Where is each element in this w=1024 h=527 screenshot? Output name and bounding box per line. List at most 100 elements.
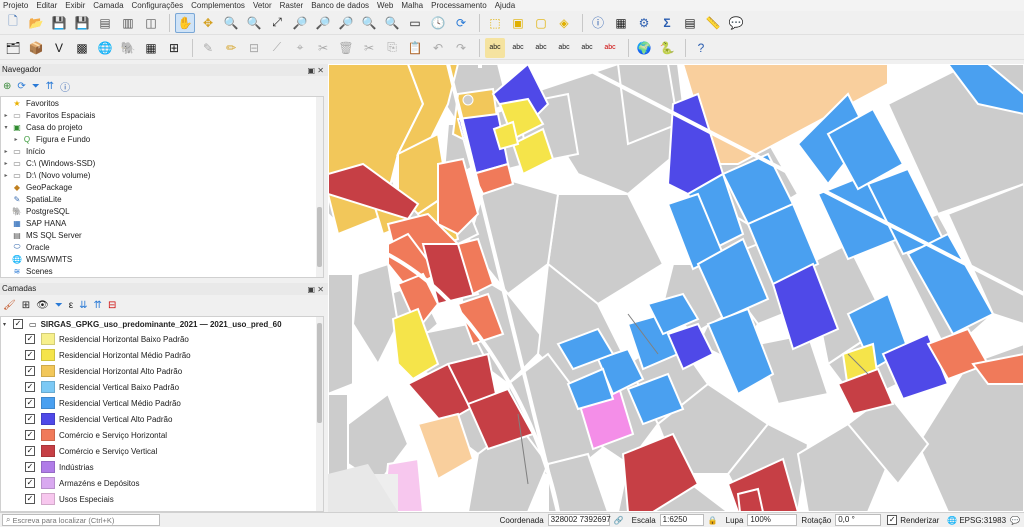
navigator-scrollbar[interactable] <box>316 97 323 277</box>
layer-style-icon[interactable]: 🖌 <box>3 300 16 311</box>
deselect-icon[interactable]: ▢ <box>531 13 551 33</box>
undo-icon[interactable]: ↶ <box>428 38 448 58</box>
refresh-icon[interactable]: ⟳ <box>451 13 471 33</box>
menu-item[interactable]: Ajuda <box>495 1 515 10</box>
expand-all-icon[interactable]: ⇊ <box>79 300 87 311</box>
navigator-item[interactable]: ✎ SpatiaLite <box>1 193 323 205</box>
class-checkbox[interactable]: ✓ <box>25 430 35 440</box>
map-canvas[interactable] <box>328 64 1024 512</box>
new-project-icon[interactable]: 🗋 <box>3 13 23 33</box>
new-map-view-icon[interactable]: ▭ <box>405 13 425 33</box>
pan-to-selection-icon[interactable]: ✥ <box>198 13 218 33</box>
style-manager-icon[interactable]: ◫ <box>141 13 161 33</box>
change-label-icon[interactable]: abc <box>600 38 620 58</box>
identify-icon[interactable]: ⓘ <box>588 13 608 33</box>
expand-arrow-icon[interactable]: ▸ <box>1 148 11 155</box>
properties-icon[interactable]: ⓘ <box>60 79 70 94</box>
select-features-icon[interactable]: ⬚ <box>485 13 505 33</box>
field-calculator-icon[interactable]: ▤ <box>680 13 700 33</box>
layer-class-row[interactable]: ✓ Comércio e Serviço Vertical <box>1 443 323 459</box>
layer-class-row[interactable]: ✓ Residencial Vertical Alto Padrão <box>1 411 323 427</box>
refresh-icon[interactable]: ⟳ <box>17 81 25 92</box>
expand-arrow-icon[interactable]: ▸ <box>1 112 11 119</box>
pan-hand-icon[interactable]: ✋ <box>175 12 195 33</box>
class-checkbox[interactable]: ✓ <box>25 334 35 344</box>
crs-icon[interactable]: 🌐 <box>947 516 957 525</box>
zoom-next-icon[interactable]: 🔍 <box>382 13 402 33</box>
class-checkbox[interactable]: ✓ <box>25 350 35 360</box>
manage-map-themes-icon[interactable]: 👁 <box>36 300 49 311</box>
copy-features-icon[interactable]: ⎘ <box>382 38 402 58</box>
add-selected-icon[interactable]: ⊕ <box>3 81 11 92</box>
menu-item[interactable]: Raster <box>280 1 304 10</box>
land-use-map[interactable] <box>328 64 1024 512</box>
save-edits-icon[interactable]: ⊟ <box>244 38 264 58</box>
add-group-icon[interactable]: ⊞ <box>22 300 30 311</box>
toggle-editing-icon[interactable]: ✏ <box>221 38 241 58</box>
new-geopackage-icon[interactable]: 📦 <box>26 38 46 58</box>
coordinate-toggle-icon[interactable]: 🔗 <box>614 516 624 525</box>
locator-search[interactable]: ⌕ <box>2 514 160 526</box>
layout-manager-icon[interactable]: ▥ <box>118 13 138 33</box>
expand-arrow-icon[interactable]: ▸ <box>1 172 11 179</box>
navigator-item[interactable]: ▤ MS SQL Server <box>1 229 323 241</box>
layer-class-row[interactable]: ✓ Residencial Vertical Baixo Padrão <box>1 379 323 395</box>
navigator-item[interactable]: 🐘 PostgreSQL <box>1 205 323 217</box>
menu-item[interactable]: Camada <box>93 1 123 10</box>
navigator-item[interactable]: ★ Favoritos <box>1 97 323 109</box>
vertex-tool-icon[interactable]: ⌖ <box>290 38 310 58</box>
scale-combo[interactable]: 1:6250 <box>659 514 704 526</box>
navigator-item[interactable]: ⬭ Oracle <box>1 241 323 253</box>
layer-class-row[interactable]: ✓ Usos Especiais <box>1 491 323 507</box>
filter-expression-icon[interactable]: ε <box>69 300 73 311</box>
filter-icon[interactable]: ⏷ <box>32 81 40 92</box>
navigator-item[interactable]: ▾ ▣ Casa do projeto <box>1 121 323 133</box>
panel-close-icon[interactable]: ▣ ✕ <box>308 284 324 296</box>
collapse-all-icon[interactable]: ⇈ <box>46 81 54 92</box>
zoom-native-icon[interactable]: 🔎 <box>336 13 356 33</box>
menu-item[interactable]: Complementos <box>191 1 245 10</box>
class-checkbox[interactable]: ✓ <box>25 398 35 408</box>
add-delimited-icon[interactable]: ▦ <box>141 38 161 58</box>
navigator-item[interactable]: ◆ GeoPackage <box>1 181 323 193</box>
menu-item[interactable]: Configurações <box>132 1 184 10</box>
redo-icon[interactable]: ↷ <box>451 38 471 58</box>
navigator-item[interactable]: ▸ Q Figura e Fundo <box>1 133 323 145</box>
navigator-item[interactable]: ▸ ▭ D:\ (Novo volume) <box>1 169 323 181</box>
temporal-controller-icon[interactable]: 🕓 <box>428 13 448 33</box>
zoom-in-icon[interactable]: 🔍 <box>221 13 241 33</box>
layer-labeling-icon[interactable]: abc <box>485 37 505 58</box>
label-options-icon[interactable]: ◈ <box>554 13 574 33</box>
collapse-arrow-icon[interactable]: ▾ <box>3 321 13 328</box>
modify-attributes-icon[interactable]: ✂ <box>313 38 333 58</box>
navigator-item[interactable]: 🌐 WMS/WMTS <box>1 253 323 265</box>
layer-class-row[interactable]: ✓ Armazéns e Depósitos <box>1 475 323 491</box>
pin-labels-icon[interactable]: abc <box>508 38 528 58</box>
layers-scrollbar[interactable] <box>316 317 323 511</box>
filter-legend-icon[interactable]: ⏷ <box>55 300 63 311</box>
coordinate-field[interactable]: 328002 7392697 <box>547 514 611 526</box>
highlight-labels-icon[interactable]: abc <box>531 38 551 58</box>
zoom-full-icon[interactable]: ⤢ <box>267 13 287 33</box>
messages-icon[interactable]: 💬 <box>1010 516 1020 525</box>
class-checkbox[interactable]: ✓ <box>25 494 35 504</box>
layer-class-row[interactable]: ✓ Residencial Horizontal Médio Padrão <box>1 347 323 363</box>
crs-button[interactable]: EPSG:31983 <box>959 516 1006 525</box>
processing-toolbox-icon[interactable]: ⚙ <box>634 13 654 33</box>
rotate-label-icon[interactable]: abc <box>577 38 597 58</box>
open-project-icon[interactable]: 📂 <box>26 13 46 33</box>
save-project-icon[interactable]: 💾 <box>49 13 69 33</box>
navigator-item[interactable]: ▦ SAP HANA <box>1 217 323 229</box>
navigator-item[interactable]: ≋ Scenes <box>1 265 323 277</box>
menu-item[interactable]: Projeto <box>3 1 28 10</box>
group-checkbox[interactable]: ✓ <box>13 319 23 329</box>
quickmapservices-icon[interactable]: 🌍 <box>634 38 654 58</box>
digitize-icon[interactable]: ⟋ <box>267 38 287 58</box>
menu-item[interactable]: Vetor <box>253 1 272 10</box>
add-wms-layer-icon[interactable]: 🌐 <box>95 38 115 58</box>
locator-search-input[interactable] <box>12 515 153 525</box>
expand-arrow-icon[interactable]: ▸ <box>11 136 21 143</box>
zoom-layer-icon[interactable]: 🔎 <box>313 13 333 33</box>
class-checkbox[interactable]: ✓ <box>25 366 35 376</box>
add-postgis-icon[interactable]: 🐘 <box>118 38 138 58</box>
